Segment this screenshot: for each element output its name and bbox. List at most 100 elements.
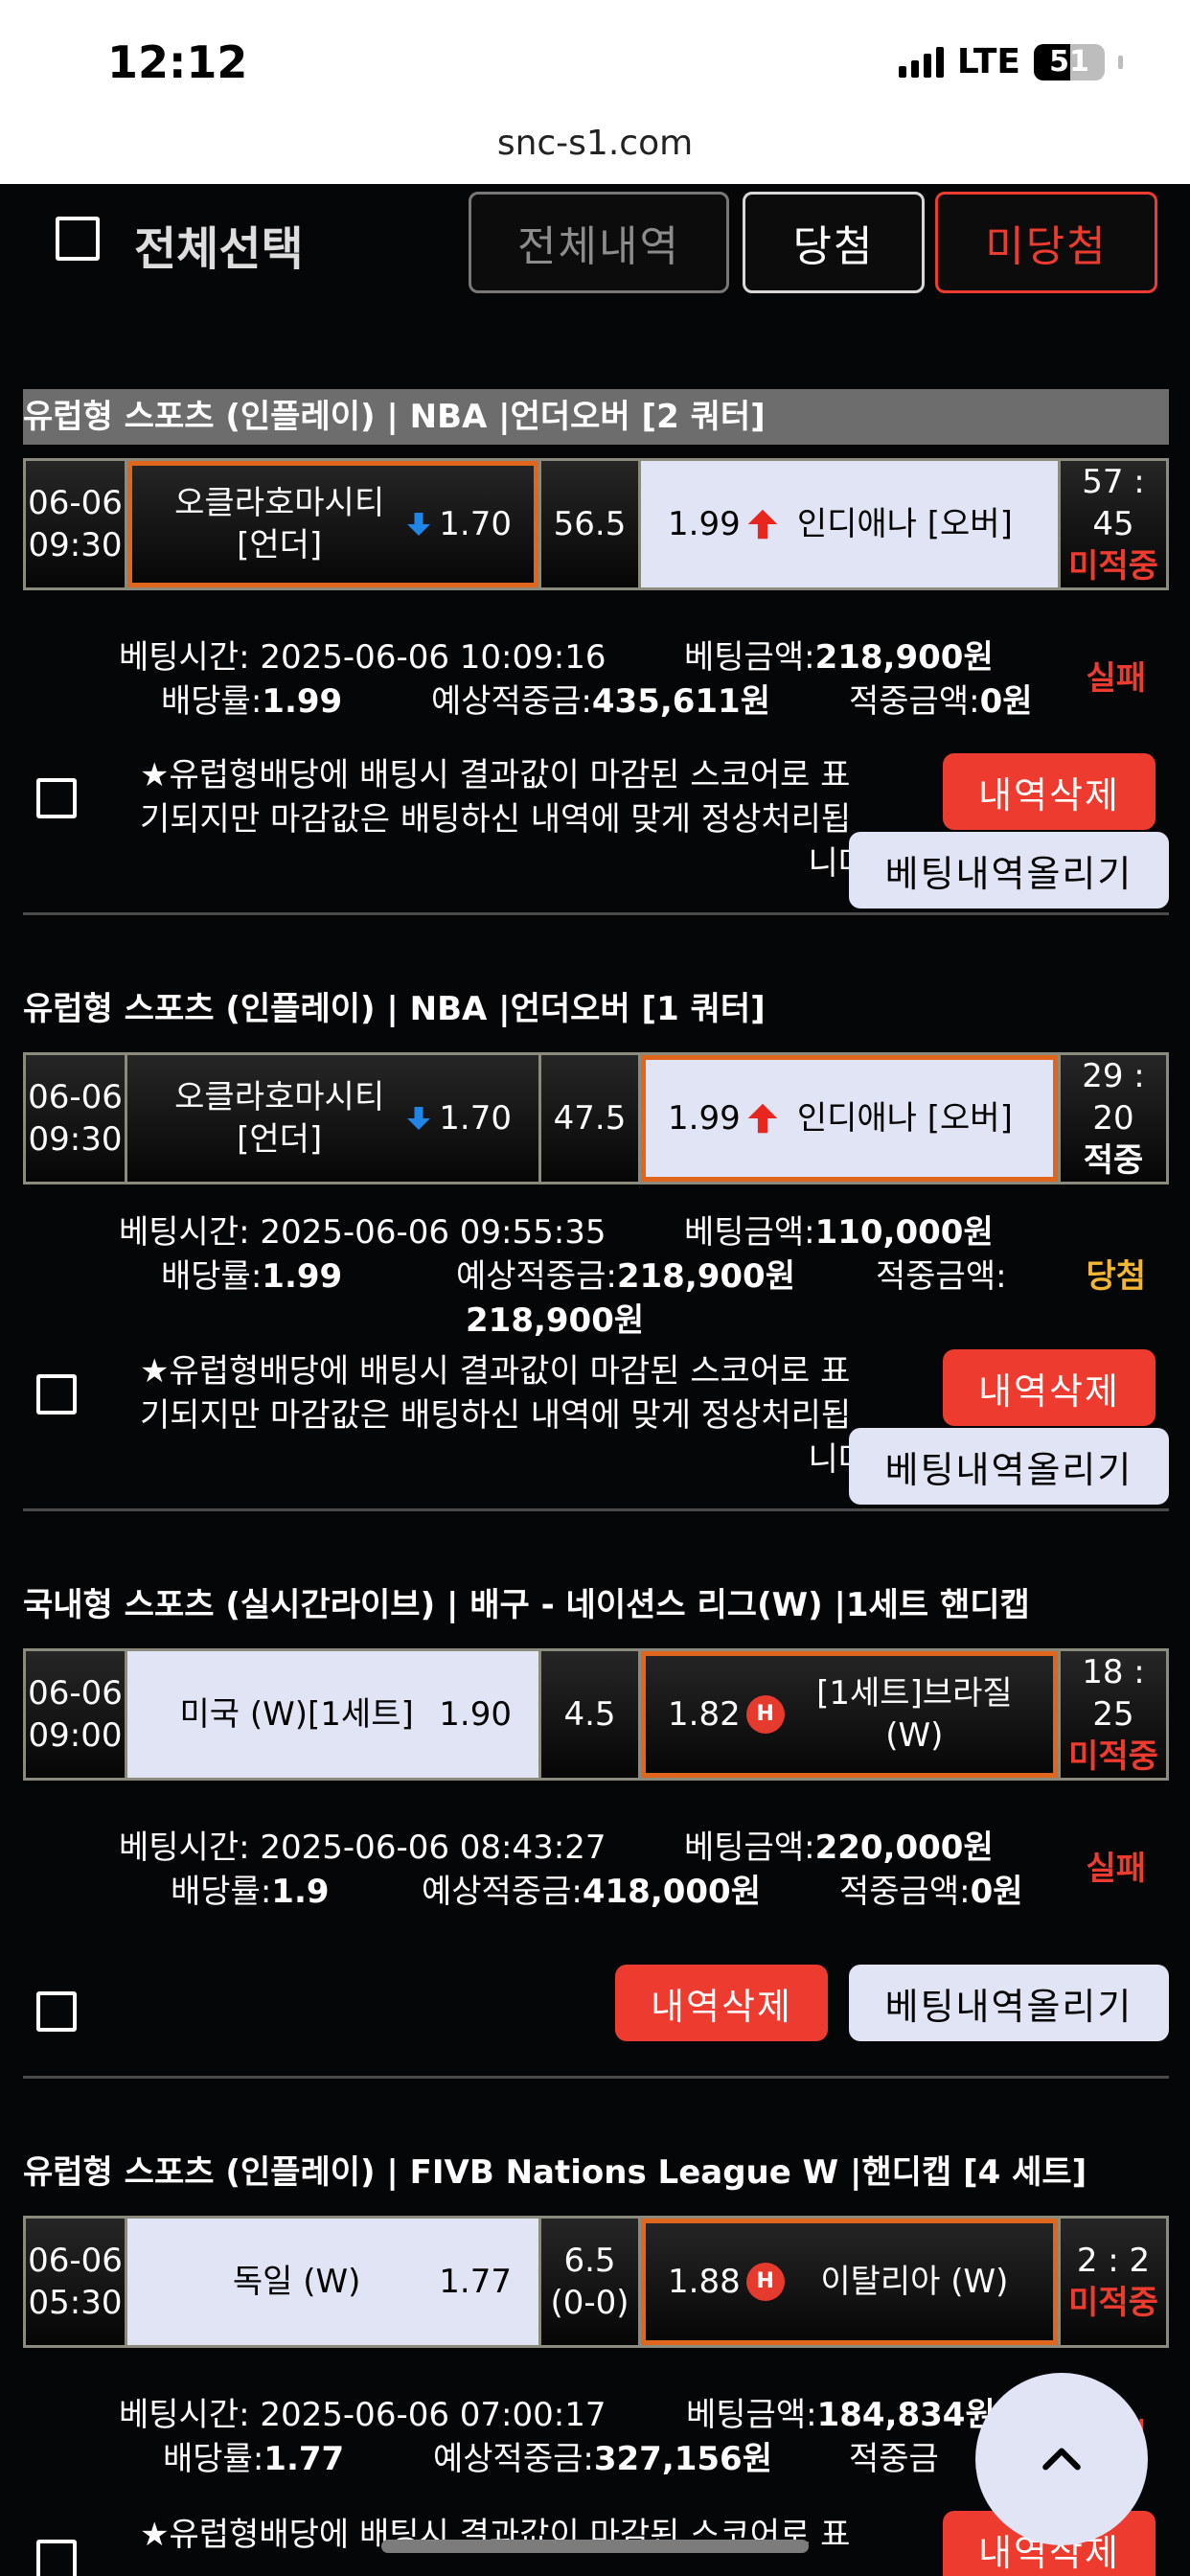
home-team: 오클라호마시티 [언더] xyxy=(174,484,385,564)
match-row: 06-06 09:00 미국 (W)[1세트] 1.90 4.5 1.82 H [… xyxy=(23,1648,1169,1781)
home-odd: 1.77 xyxy=(439,2263,512,2301)
bet-category: 유럽형 스포츠 (인플레이) | FIVB Nations League W |… xyxy=(23,2153,1087,2192)
away-team: 인디애나 [오버] xyxy=(796,1099,1013,1138)
match-time: 09:00 xyxy=(28,1716,123,1755)
delete-button[interactable]: 내역삭제 xyxy=(943,1349,1156,1426)
upload-history-button[interactable]: 베팅내역올리기 xyxy=(849,1428,1169,1505)
home-pick[interactable]: 오클라호마시티 [언더] 1.70 xyxy=(127,461,541,587)
home-pick[interactable]: 오클라호마시티 [언더] 1.70 xyxy=(127,1055,541,1182)
bet-time: 베팅시간: 2025-06-06 09:55:35 xyxy=(119,1213,606,1252)
expected-win: 예상적중금:218,900원 xyxy=(456,1257,795,1296)
battery-level: 51 xyxy=(1049,44,1089,79)
score: 57 : 45 xyxy=(1082,463,1145,543)
notice-text: ★유럽형배당에 배팅시 결과값이 마감된 스코어로 표 기되지만 마감값은 배팅하… xyxy=(140,756,868,883)
score-status: 57 : 45 미적중 xyxy=(1061,461,1166,587)
match-date: 06-06 xyxy=(28,484,123,522)
score: 18 : 25 xyxy=(1082,1653,1145,1734)
away-pick[interactable]: 1.99 인디애나 [오버] xyxy=(641,1055,1061,1182)
upload-history-button[interactable]: 베팅내역올리기 xyxy=(849,832,1169,908)
match-time: 09:30 xyxy=(28,1120,123,1159)
arrow-down-icon xyxy=(407,1107,431,1130)
won-amount: 적중금액:0원 xyxy=(839,1873,1023,1911)
filter-lost-button[interactable]: 미당첨 xyxy=(935,192,1157,293)
bet-amount: 베팅금액:220,000원 xyxy=(684,1828,994,1867)
match-datetime: 06-06 05:30 xyxy=(26,2219,127,2345)
home-pick[interactable]: 미국 (W)[1세트] 1.90 xyxy=(127,1651,541,1778)
divider xyxy=(23,2076,1169,2079)
divider xyxy=(23,1508,1169,1511)
home-odd: 1.90 xyxy=(439,1695,512,1734)
expected-win: 예상적중금:418,000원 xyxy=(422,1873,761,1911)
score-status: 29 : 20 적중 xyxy=(1061,1055,1166,1182)
filter-won-button[interactable]: 당첨 xyxy=(743,192,925,293)
bet-select-checkbox[interactable] xyxy=(36,1374,77,1414)
match-row: 06-06 05:30 독일 (W) 1.77 6.5 (0-0) 1.88 H … xyxy=(23,2216,1169,2348)
line-value: 47.5 xyxy=(541,1055,641,1182)
bet-time: 베팅시간: 2025-06-06 08:43:27 xyxy=(119,1828,606,1867)
score-status: 2 : 2 미적중 xyxy=(1061,2219,1166,2345)
won-amount: 218,900원 xyxy=(466,1301,645,1340)
home-pick[interactable]: 독일 (W) 1.77 xyxy=(127,2219,541,2345)
match-time: 05:30 xyxy=(28,2284,123,2322)
line-value: 4.5 xyxy=(541,1651,641,1778)
delete-button[interactable]: 내역삭제 xyxy=(615,1965,828,2041)
url-bar[interactable]: snc-s1.com xyxy=(0,115,1190,184)
away-team: 이탈리아 (W) xyxy=(820,2263,1009,2301)
won-amount-label: 적중금 xyxy=(849,2440,939,2478)
bet-select-checkbox[interactable] xyxy=(36,1991,77,2032)
score: 2 : 2 xyxy=(1076,2242,1151,2280)
match-date: 06-06 xyxy=(28,2242,123,2280)
clock: 12:12 xyxy=(107,36,248,88)
away-odd: 1.99 xyxy=(668,1099,741,1138)
filter-all-button[interactable]: 전체내역 xyxy=(469,192,729,293)
match-state: 미적중 xyxy=(1068,1737,1158,1776)
match-datetime: 06-06 09:30 xyxy=(26,1055,127,1182)
match-time: 09:30 xyxy=(28,526,123,564)
away-pick[interactable]: 1.99 인디애나 [오버] xyxy=(641,461,1061,587)
handicap-icon: H xyxy=(745,1695,785,1734)
home-team: 미국 (W)[1세트] xyxy=(179,1695,414,1734)
score: 29 : 20 xyxy=(1082,1057,1145,1138)
upload-history-button[interactable]: 베팅내역올리기 xyxy=(849,1965,1169,2041)
result-badge: 실패 xyxy=(1086,1850,1146,1888)
home-indicator[interactable] xyxy=(381,2540,809,2553)
network-label: LTE xyxy=(956,42,1020,81)
match-state: 적중 xyxy=(1083,1141,1144,1180)
select-all-checkbox[interactable] xyxy=(56,217,100,261)
bet-amount: 베팅금액:184,834원 xyxy=(686,2396,995,2434)
bet-rate: 배당률:1.99 xyxy=(161,1257,343,1296)
result-badge: 당첨 xyxy=(1086,1257,1146,1296)
bet-select-checkbox[interactable] xyxy=(36,778,77,818)
away-pick[interactable]: 1.82 H [1세트]브라질 (W) xyxy=(641,1651,1061,1778)
delete-button[interactable]: 내역삭제 xyxy=(943,753,1156,830)
scroll-top-button[interactable] xyxy=(975,2373,1148,2545)
bet-rate: 배당률:1.99 xyxy=(161,682,343,721)
signal-icon xyxy=(898,46,944,78)
handicap-icon: H xyxy=(745,2263,785,2301)
bet-amount: 베팅금액:218,900원 xyxy=(684,638,994,677)
match-datetime: 06-06 09:30 xyxy=(26,461,127,587)
status-bar: 12:12 LTE 51 xyxy=(0,0,1190,115)
away-pick[interactable]: 1.88 H 이탈리아 (W) xyxy=(641,2219,1061,2345)
bet-time: 베팅시간: 2025-06-06 10:09:16 xyxy=(119,638,606,677)
away-odd: 1.82 xyxy=(668,1695,741,1734)
home-odd: 1.70 xyxy=(439,505,512,543)
won-amount-label: 적중금액: xyxy=(876,1257,1007,1296)
arrow-up-icon xyxy=(747,509,778,540)
divider xyxy=(23,912,1169,915)
match-state: 미적중 xyxy=(1068,2284,1158,2322)
expected-win: 예상적중금:327,156원 xyxy=(433,2440,772,2478)
away-team: 인디애나 [오버] xyxy=(796,505,1013,543)
line-value: 6.5 (0-0) xyxy=(541,2219,641,2345)
chevron-up-icon xyxy=(1042,2448,1081,2471)
bet-category: 유럽형 스포츠 (인플레이) | NBA |언더오버 [2 쿼터] xyxy=(23,389,1169,445)
away-team: [1세트]브라질 (W) xyxy=(816,1674,1013,1755)
bet-time: 베팅시간: 2025-06-06 07:00:17 xyxy=(119,2396,606,2434)
expected-win: 예상적중금:435,611원 xyxy=(431,682,770,721)
away-odd: 1.88 xyxy=(668,2263,741,2301)
filter-bar: 전체선택 전체내역 당첨 미당첨 xyxy=(0,192,1190,297)
arrow-down-icon xyxy=(407,513,431,536)
select-all-label[interactable]: 전체선택 xyxy=(134,211,304,278)
bet-select-checkbox[interactable] xyxy=(36,2540,77,2576)
match-date: 06-06 xyxy=(28,1078,123,1116)
